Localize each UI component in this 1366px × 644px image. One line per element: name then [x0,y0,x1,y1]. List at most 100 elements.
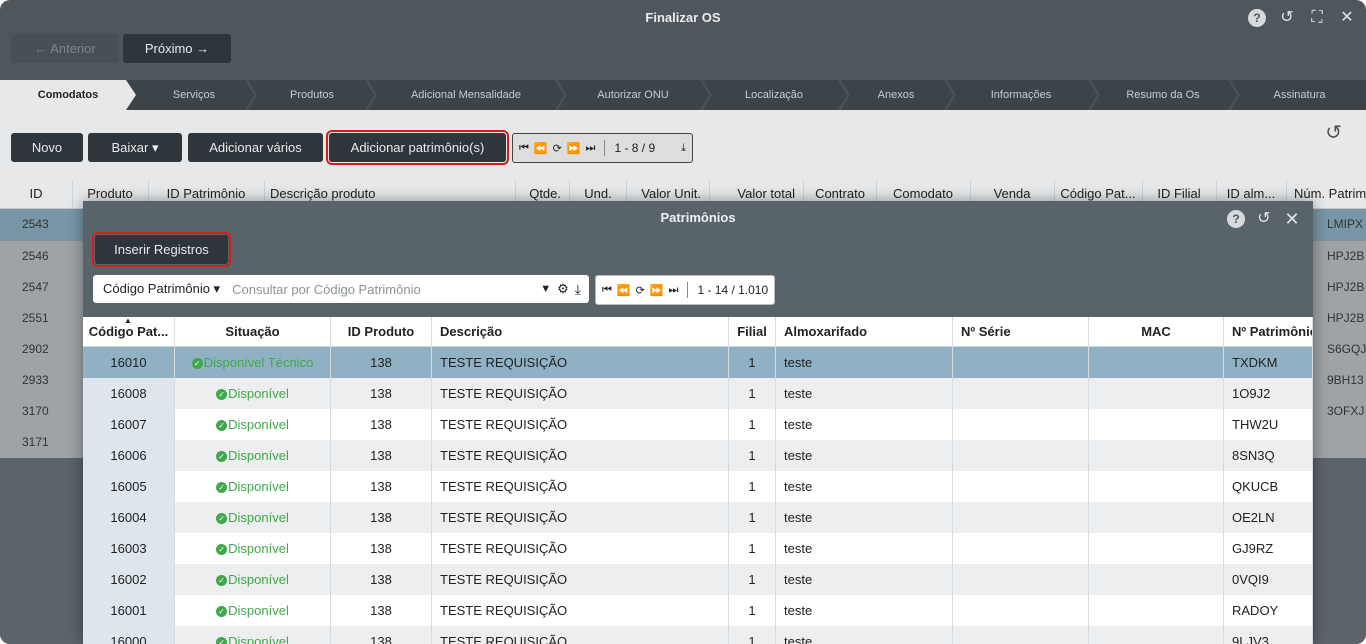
table-row[interactable]: 16002 ✓ Disponível 138 TESTE REQUISIÇÃO 1… [83,564,1313,595]
tab-informacoes[interactable]: Informações [949,80,1093,110]
cell-codigo: 16010 [83,347,175,378]
row-id: 2543 [22,217,49,231]
tab-adicional-mensalidade[interactable]: Adicional Mensalidade [371,80,561,110]
situacao-text: Disponível [228,541,289,556]
cell-codigo: 16007 [83,409,175,440]
table-row[interactable]: 16001 ✓ Disponível 138 TESTE REQUISIÇÃO 1… [83,595,1313,626]
baixar-button[interactable]: Baixar ▾ [88,133,182,162]
adicionar-patrimonio-button[interactable]: Adicionar patrimônio(s) [326,130,509,165]
tab-bar: Comodatos Serviços Produtos Adicional Me… [0,80,1366,110]
cell-id-produto: 138 [331,409,432,440]
help-icon[interactable]: ? [1248,9,1266,27]
table-row[interactable]: 16008 ✓ Disponível 138 TESTE REQUISIÇÃO 1… [83,378,1313,409]
modal-close-icon[interactable]: ✕ [1283,210,1301,228]
cell-id-produto: 138 [331,378,432,409]
cell-mac [1089,626,1224,644]
col-situacao[interactable]: Situação [175,317,331,347]
prev-page-icon[interactable]: ⏪ [617,284,631,297]
close-icon[interactable]: ✕ [1338,9,1356,27]
adicionar-varios-button[interactable]: Adicionar vários [188,133,323,162]
cell-codigo: 16002 [83,564,175,595]
cell-codigo: 16006 [83,440,175,471]
situacao-text: Disponível Técnico [203,355,314,370]
refresh-icon[interactable]: ⟳ [636,284,645,297]
search-settings-icon[interactable]: ⚙ [554,281,572,297]
last-page-icon[interactable]: ⏭ [669,284,679,297]
cell-mac [1089,564,1224,595]
last-page-icon[interactable]: ⏭ [586,142,596,155]
tab-anexos[interactable]: Anexos [843,80,949,110]
cell-situacao: ✓ Disponível [175,502,331,533]
next-page-icon[interactable]: ⏩ [650,284,664,297]
inserir-registros-button[interactable]: Inserir Registros [92,232,231,267]
search-download-icon[interactable]: ⤓ [572,281,589,298]
col-n-serie[interactable]: Nº Série [953,317,1089,347]
col-mac[interactable]: MAC [1089,317,1224,347]
tab-servicos[interactable]: Serviços [135,80,253,110]
modal-help-icon[interactable]: ? [1227,210,1245,228]
fullscreen-icon[interactable]: ⛶ [1308,9,1326,27]
cell-almoxarifado: teste [776,409,953,440]
pager-divider [604,140,606,156]
tab-produtos[interactable]: Produtos [253,80,371,110]
toolbar: Novo Baixar ▾ Adicionar vários Adicionar… [0,110,1366,180]
check-circle-icon: ✓ [216,389,228,401]
check-circle-icon: ✓ [191,358,203,370]
tab-autorizar-onu[interactable]: Autorizar ONU [561,80,705,110]
col-filial[interactable]: Filial [729,317,776,347]
table-row[interactable]: 16007 ✓ Disponível 138 TESTE REQUISIÇÃO 1… [83,409,1313,440]
modal-history-icon[interactable]: ↺ [1255,210,1273,228]
situacao-text: Disponível [228,386,289,401]
col-id[interactable]: ID [0,180,73,208]
cell-situacao: ✓ Disponível [175,409,331,440]
situacao-text: Disponível [228,603,289,618]
cell-descricao: TESTE REQUISIÇÃO [432,533,729,564]
row-id: 2546 [22,249,49,263]
prev-page-icon[interactable]: ⏪ [534,142,548,155]
refresh-icon[interactable]: ⟳ [553,142,562,155]
cell-codigo: 16003 [83,533,175,564]
table-row[interactable]: 16003 ✓ Disponível 138 TESTE REQUISIÇÃO 1… [83,533,1313,564]
tab-comodatos[interactable]: Comodatos [0,80,136,110]
cell-descricao: TESTE REQUISIÇÃO [432,595,729,626]
cell-filial: 1 [729,409,776,440]
table-row[interactable]: 16005 ✓ Disponível 138 TESTE REQUISIÇÃO 1… [83,471,1313,502]
next-button[interactable]: Próximo → [123,34,231,63]
pager-count: 1 - 14 / 1.010 [697,283,769,297]
novo-button[interactable]: Novo [11,133,83,162]
col-id-produto[interactable]: ID Produto [331,317,432,347]
cell-patrimonio: TXDKM [1224,347,1313,378]
table-row[interactable]: 16010 ✓ Disponível Técnico 138 TESTE REQU… [83,347,1313,378]
cell-codigo: 16008 [83,378,175,409]
cell-situacao: ✓ Disponível Técnico [175,347,331,378]
situacao-text: Disponível [228,510,289,525]
cell-serie [953,626,1089,644]
first-page-icon[interactable]: ⏮ [519,142,529,155]
col-n-patrimonio[interactable]: Nº Patrimônio [1224,317,1313,347]
tab-resumo-da-os[interactable]: Resumo da Os [1093,80,1233,110]
download-icon[interactable]: ⤓ [681,142,686,155]
grid-history-icon[interactable]: ↺ [1325,120,1342,145]
check-circle-icon: ✓ [216,513,228,525]
cell-almoxarifado: teste [776,564,953,595]
cell-id-produto: 138 [331,502,432,533]
table-row[interactable]: 16000 ✓ Disponível 138 TESTE REQUISIÇÃO 1… [83,626,1313,644]
col-descricao[interactable]: Descrição [432,317,729,347]
first-page-icon[interactable]: ⏮ [602,284,612,297]
search-dropdown-icon[interactable]: ▼ [537,283,554,295]
table-row[interactable]: 16004 ✓ Disponível 138 TESTE REQUISIÇÃO 1… [83,502,1313,533]
tab-assinatura[interactable]: Assinatura [1233,80,1366,110]
prev-button[interactable]: ← Anterior [11,34,119,63]
col-almoxarifado[interactable]: Almoxarifado [776,317,953,347]
search-input[interactable] [230,280,538,298]
search-field-select[interactable]: Código Patrimônio ▾ [93,281,230,297]
check-circle-icon: ✓ [216,544,228,556]
table-row[interactable]: 16006 ✓ Disponível 138 TESTE REQUISIÇÃO 1… [83,440,1313,471]
tab-localizacao[interactable]: Localização [705,80,843,110]
check-circle-icon: ✓ [216,451,228,463]
next-page-icon[interactable]: ⏩ [567,142,581,155]
history-icon[interactable]: ↺ [1278,9,1296,27]
cell-mac [1089,471,1224,502]
cell-id-produto: 138 [331,347,432,378]
cell-mac [1089,378,1224,409]
